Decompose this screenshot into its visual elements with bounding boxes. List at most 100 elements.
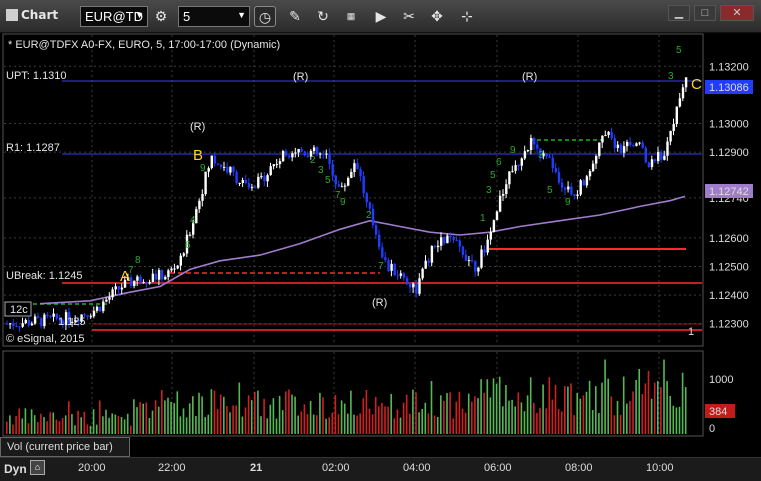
window-title: Chart <box>6 8 58 22</box>
svg-text:3: 3 <box>486 185 492 196</box>
volume-bar <box>281 410 284 434</box>
volume-bar <box>43 417 45 434</box>
candle-body <box>455 240 458 242</box>
volume-bar <box>89 425 92 434</box>
minimize-button[interactable]: ▁ <box>668 5 690 21</box>
candle-body <box>474 260 477 272</box>
volume-bar <box>440 395 442 434</box>
volume-bar <box>613 415 616 434</box>
volume-bar <box>433 415 436 434</box>
candle-body <box>653 159 657 161</box>
svg-text:6: 6 <box>496 157 502 168</box>
candle-body <box>557 172 561 183</box>
refresh-icon[interactable]: ↻ <box>312 6 334 27</box>
candle-body <box>328 153 331 164</box>
volume-bar <box>604 359 606 434</box>
candle-body <box>461 246 465 255</box>
clock-icon[interactable]: ◷ <box>254 6 276 27</box>
volume-bar <box>610 396 613 434</box>
candle-body <box>43 314 46 327</box>
candle-body <box>241 180 244 183</box>
candle-body <box>619 144 623 153</box>
volume-bar <box>529 377 532 434</box>
pencil-icon[interactable]: ✎ <box>284 6 306 27</box>
candle-body <box>632 145 635 147</box>
chevron-down-icon[interactable]: ▼ <box>237 10 246 20</box>
candle-body <box>254 187 257 189</box>
dyn-label[interactable]: Dyn <box>4 462 27 476</box>
volume-bar <box>306 414 309 434</box>
candle-body <box>353 163 356 172</box>
candle-body <box>483 249 486 253</box>
candle-body <box>46 314 49 316</box>
studies-icon[interactable]: ▦ <box>340 6 362 27</box>
volume-bar <box>123 419 126 434</box>
volume-bar <box>12 424 14 434</box>
candle-body <box>591 163 595 172</box>
candle-body <box>533 138 536 145</box>
volume-bar <box>37 421 39 434</box>
volume-bar <box>316 415 318 434</box>
volume-bar <box>337 414 340 434</box>
dyn-settings-icon[interactable]: ⌂ <box>30 460 45 475</box>
candle-body <box>210 155 213 169</box>
volume-bar <box>564 386 566 434</box>
candle-body <box>157 270 161 280</box>
tools-icon[interactable]: ✂ <box>398 6 420 27</box>
volume-bar <box>554 384 557 434</box>
time-label: 08:00 <box>565 462 593 474</box>
volume-bar <box>669 395 671 434</box>
volume-bar <box>378 406 380 434</box>
chevron-down-icon[interactable]: ▼ <box>135 10 144 20</box>
volume-bar <box>9 415 11 434</box>
volume-bar <box>322 397 324 434</box>
volume-bar <box>629 401 631 434</box>
volume-bar <box>399 417 402 434</box>
volume-bar <box>170 401 172 434</box>
candle-body <box>505 184 508 195</box>
candle-body <box>548 156 551 158</box>
volume-bar <box>80 417 82 434</box>
volume-bar <box>471 401 473 434</box>
candle-body <box>269 166 272 176</box>
volume-bar <box>173 403 175 434</box>
volume-bar <box>350 390 352 434</box>
settings-icon[interactable]: ⚙ <box>150 6 172 27</box>
price-chart[interactable]: * EUR@TDFX A0-FX, EURO, 5, 17:00-17:00 (… <box>0 33 761 437</box>
volume-bar <box>393 418 396 434</box>
candle-body <box>638 142 641 144</box>
candle-body <box>409 283 412 288</box>
candle-body <box>436 245 440 248</box>
volume-bar <box>666 381 668 434</box>
interval-select[interactable]: 5 ▼ <box>178 6 250 27</box>
maximize-button[interactable]: □ <box>694 5 716 21</box>
candle-body <box>257 176 260 188</box>
candle-body <box>502 194 505 196</box>
volume-bar <box>579 398 582 434</box>
close-button[interactable]: ✕ <box>720 5 754 21</box>
volume-bar <box>598 413 600 434</box>
candle-body <box>464 254 468 261</box>
candle-body <box>198 200 201 210</box>
candle-body <box>551 157 554 169</box>
volume-bar <box>263 398 265 434</box>
symbol-input[interactable]: EUR@TD ▼ <box>80 6 148 27</box>
crosshair-icon[interactable]: ⊹ <box>456 6 478 27</box>
volume-bar <box>15 415 17 434</box>
volume-bar <box>111 413 113 434</box>
play-icon[interactable]: ▶ <box>370 6 392 27</box>
svg-text:2: 2 <box>310 155 316 166</box>
volume-tab[interactable]: Vol (current price bar) <box>0 437 130 457</box>
chart-header: * EUR@TDFX A0-FX, EURO, 5, 17:00-17:00 (… <box>8 39 280 51</box>
candle-body <box>201 194 204 201</box>
volume-bar <box>641 394 644 434</box>
volume-pane[interactable] <box>2 350 704 437</box>
volume-bar <box>616 401 619 434</box>
candle-body <box>567 186 570 190</box>
volume-bar <box>61 418 64 434</box>
volume-bar <box>427 413 430 434</box>
cursor-icon[interactable]: ✥ <box>426 6 448 27</box>
volume-bar <box>86 424 89 434</box>
candle-body <box>613 138 616 148</box>
volume-bar <box>356 415 358 434</box>
